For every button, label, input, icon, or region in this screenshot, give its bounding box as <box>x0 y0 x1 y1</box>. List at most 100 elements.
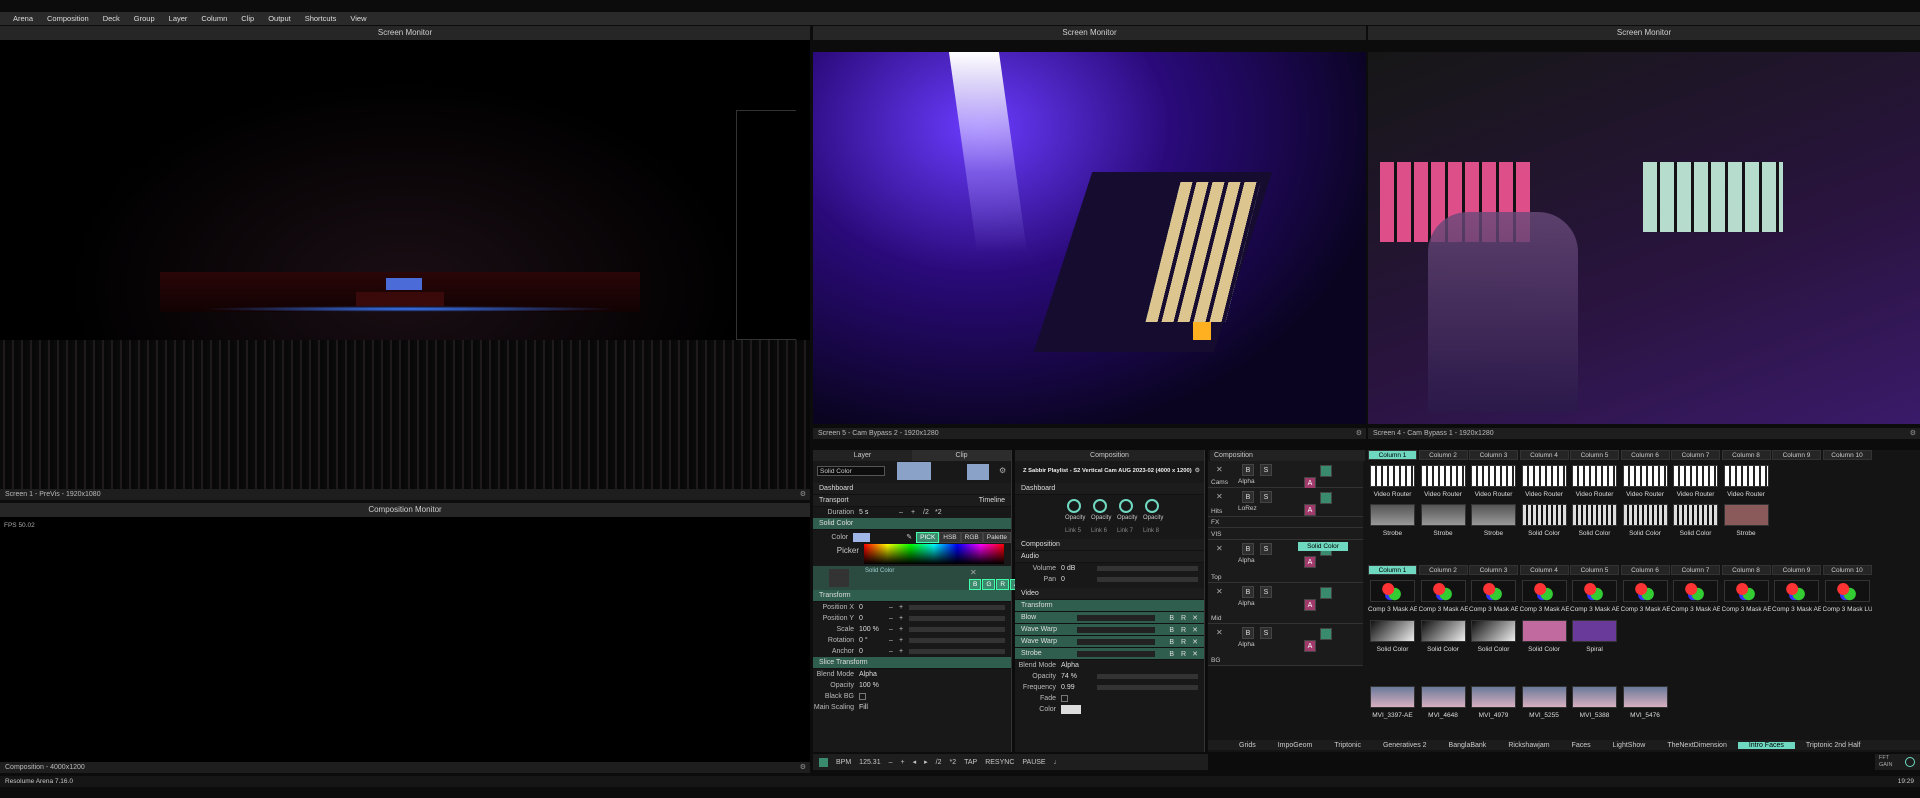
color-swatch[interactable] <box>1061 705 1081 714</box>
clip-cell[interactable]: MVI_4648 <box>1419 682 1468 720</box>
section-slice-transform[interactable]: Slice Transform <box>813 657 1011 669</box>
main-scaling-select[interactable]: Fill <box>859 702 868 713</box>
column-header[interactable]: Column 3 <box>1469 565 1518 575</box>
clip-cell[interactable]: Comp 3 Mask AE <box>1368 576 1417 614</box>
opacity-knob[interactable] <box>1067 499 1081 513</box>
solo-button[interactable]: S <box>1260 491 1272 503</box>
fade-checkbox[interactable] <box>1061 695 1068 702</box>
menu-item[interactable]: Arena <box>6 14 40 23</box>
clip-cell[interactable]: Solid Color <box>1419 616 1468 654</box>
column-header[interactable]: Column 2 <box>1418 450 1468 460</box>
bypass-button[interactable]: B <box>1242 464 1254 476</box>
layer-fx[interactable]: FX <box>1208 517 1363 528</box>
column-header[interactable]: Column 9 <box>1772 450 1821 460</box>
opacity-knob[interactable] <box>1093 499 1107 513</box>
clip-cell[interactable]: Video Router <box>1469 461 1518 499</box>
bypass-button[interactable]: B <box>1242 543 1254 555</box>
bypass-button[interactable]: B <box>1242 627 1254 639</box>
menu-item[interactable]: Clip <box>234 14 261 23</box>
metronome-icon[interactable]: ♩ <box>1054 759 1061 766</box>
clip-cell[interactable]: Comp 3 Mask AE <box>1772 576 1821 614</box>
clip-cell[interactable]: Comp 3 Mask AE <box>1469 576 1518 614</box>
hsb-button[interactable]: HSB <box>939 531 961 543</box>
deck-tab[interactable]: LightShow <box>1602 742 1657 749</box>
opacity-fader[interactable] <box>1320 587 1332 599</box>
clip-cell[interactable]: Solid Color <box>1520 500 1569 538</box>
clip-cell[interactable]: Solid Color <box>1621 500 1670 538</box>
crossfader-a-button[interactable]: A <box>1304 640 1316 652</box>
blue-channel-toggle[interactable]: B <box>969 579 982 590</box>
clip-cell[interactable]: Video Router <box>1722 461 1771 499</box>
layer-blend[interactable]: Alpha <box>1238 641 1255 648</box>
menu-item[interactable]: Layer <box>162 14 195 23</box>
clip-cell[interactable]: Comp 3 Mask AE <box>1722 576 1771 614</box>
column-header[interactable]: Column 6 <box>1620 450 1670 460</box>
layer-bg[interactable]: BG ✕ B S Alpha A <box>1208 624 1363 666</box>
gear-icon[interactable]: ⚙ <box>999 466 1006 475</box>
param-value[interactable]: 0 <box>859 646 889 657</box>
column-header[interactable]: Column 7 <box>1671 450 1720 460</box>
clip-cell[interactable]: Comp 3 Mask AE <box>1671 576 1720 614</box>
column-header[interactable]: Column 10 <box>1822 565 1872 575</box>
clip-cell[interactable]: Comp 3 Mask AE <box>1570 576 1619 614</box>
clip-cell[interactable]: MVI_3397-AE <box>1368 682 1417 720</box>
palette-button[interactable]: Palette <box>982 531 1011 543</box>
layer-blend[interactable]: Alpha <box>1238 557 1255 564</box>
gear-icon[interactable]: ⚙ <box>800 489 806 500</box>
crossfader-a-button[interactable]: A <box>1304 556 1316 568</box>
section-transform[interactable]: Transform <box>813 590 1011 602</box>
tap-button[interactable]: TAP <box>964 759 977 766</box>
section-dashboard[interactable]: Dashboard <box>813 483 1011 495</box>
menu-item[interactable]: Deck <box>96 14 127 23</box>
color-picker[interactable] <box>864 544 1004 564</box>
opacity-fader[interactable] <box>1320 465 1332 477</box>
clip-cell[interactable]: Comp 3 Mask AE <box>1621 576 1670 614</box>
clip-cell[interactable]: MVI_5476 <box>1621 682 1670 720</box>
clip-cell[interactable]: Solid Color <box>1469 616 1518 654</box>
menu-item[interactable]: Group <box>127 14 162 23</box>
column-header[interactable]: Column 8 <box>1721 565 1771 575</box>
bypass-button[interactable]: B <box>1242 586 1254 598</box>
param-value[interactable]: 0 ° <box>859 635 889 646</box>
clip-name-field[interactable]: Solid Color <box>817 466 885 476</box>
deck-tab[interactable]: Triptonic 2nd Half <box>1795 742 1872 749</box>
bypass-button[interactable]: B <box>1242 491 1254 503</box>
effect-row[interactable]: Wave Warp B R ✕ <box>1015 624 1204 636</box>
red-channel-toggle[interactable]: R <box>996 579 1010 590</box>
duration-value[interactable]: 5 s <box>859 507 899 518</box>
volume-value[interactable]: 0 dB <box>1061 563 1091 574</box>
close-icon[interactable]: ✕ <box>970 568 977 577</box>
crossfader-a-button[interactable]: A <box>1304 599 1316 611</box>
tab-clip[interactable]: Clip <box>912 450 1011 461</box>
color-swatch[interactable] <box>853 532 871 542</box>
column-header[interactable]: Column 8 <box>1721 450 1771 460</box>
column-header[interactable]: Column 4 <box>1519 450 1569 460</box>
nudge-right-icon[interactable]: ▸ <box>924 758 928 766</box>
clip-cell[interactable]: Video Router <box>1671 461 1720 499</box>
clip-cell[interactable]: Strobe <box>1419 500 1468 538</box>
column-header[interactable]: Column 7 <box>1671 565 1720 575</box>
close-icon[interactable]: ✕ <box>1216 587 1223 596</box>
layer-blend[interactable]: Alpha <box>1238 478 1255 485</box>
clip-cell[interactable]: MVI_5255 <box>1520 682 1569 720</box>
record-icon[interactable] <box>819 757 828 767</box>
clip-cell[interactable]: Comp 3 Mask LUM <box>1823 576 1872 614</box>
clip-cell[interactable]: Video Router <box>1368 461 1417 499</box>
menu-item[interactable]: Output <box>261 14 298 23</box>
deck-tab[interactable]: Rickshawjam <box>1497 742 1560 749</box>
frequency-value[interactable]: 0.99 <box>1061 682 1091 693</box>
close-icon[interactable]: ✕ <box>1216 628 1223 637</box>
clip-cell[interactable]: Strobe <box>1368 500 1417 538</box>
clip-cell[interactable]: Video Router <box>1570 461 1619 499</box>
deck-tab[interactable]: Intro Faces <box>1737 741 1795 749</box>
section-solid-color[interactable]: Solid Color <box>813 518 1011 530</box>
close-icon[interactable]: ✕ <box>1216 465 1223 474</box>
opacity-fader[interactable] <box>1320 628 1332 640</box>
clip-cell[interactable]: Solid Color <box>1520 616 1569 654</box>
opacity-fader[interactable] <box>1320 492 1332 504</box>
param-value[interactable]: 0 <box>859 602 889 613</box>
column-header[interactable]: Column 1 <box>1368 450 1417 460</box>
pause-button[interactable]: PAUSE <box>1022 759 1045 766</box>
layer-blend[interactable]: Alpha <box>1238 600 1255 607</box>
column-header[interactable]: Column 6 <box>1620 565 1670 575</box>
